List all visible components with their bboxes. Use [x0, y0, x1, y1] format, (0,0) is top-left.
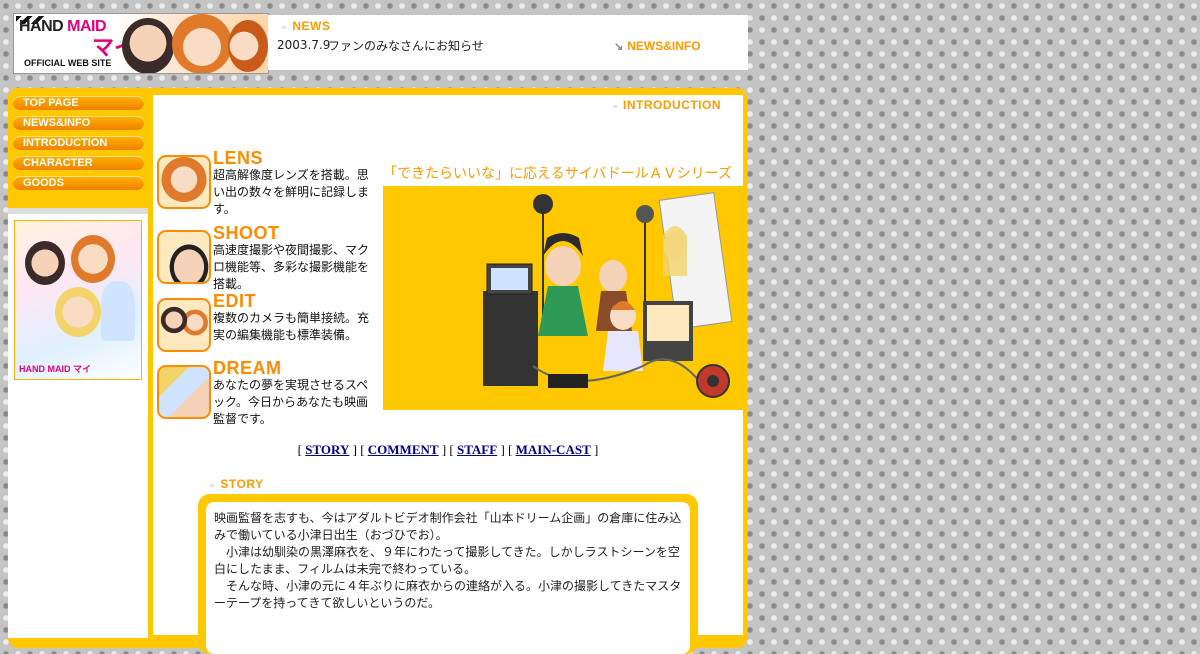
sidebar: HAND MAID マイ	[8, 208, 148, 638]
story-panel: 映画監督を志すも、今はアダルトビデオ制作会社「山本ドリーム企画」の倉庫に住み込み…	[198, 494, 698, 654]
news-heading: NEWS	[282, 19, 330, 33]
dream-thumbnail-image	[157, 365, 211, 419]
story-paragraph: 小津は幼馴染の黒澤麻衣を、９年にわたって撮影してきた。しかしラストシーンを空白に…	[214, 545, 680, 576]
feature-name: DREAM	[213, 358, 282, 378]
shoot-thumbnail-image	[157, 230, 211, 284]
news-message[interactable]: ファンのみなさんにお知らせ	[328, 37, 484, 54]
logo-subtitle: OFFICIAL WEB SITE	[24, 58, 112, 68]
news-date: 2003.7.9	[277, 38, 331, 52]
story-paragraph: 映画監督を志すも、今はアダルトビデオ制作会社「山本ドリーム企画」の倉庫に住み込み…	[214, 511, 682, 542]
cover-logo: HAND MAID マイ	[19, 364, 91, 374]
sub-navigation: [ STORY ] [ COMMENT ] [ STAFF ] [ MAIN-C…	[297, 442, 599, 457]
main-content: INTRODUCTION LENS 超高解像度レンズを搭載。思い出の数々を鮮明に…	[153, 95, 743, 654]
feature-name: EDIT	[213, 291, 257, 311]
character-face-image	[122, 18, 174, 73]
feature-name: SHOOT	[213, 223, 280, 243]
story-link[interactable]: STORY	[305, 442, 349, 457]
character-face-image	[228, 20, 268, 72]
feature-description: 複数のカメラも簡単接続。充実の編集機能も標準装備。	[213, 311, 370, 342]
feature-description: あなたの夢を実現させるスペック。今日からあなたも映画監督です。	[213, 378, 369, 426]
story-paragraph: そんな時、小津の元に４年ぶりに麻衣からの連絡が入る。小津の撮影してきたマスターテ…	[214, 579, 682, 610]
lens-thumbnail-image	[157, 155, 211, 209]
cover-art-image[interactable]: HAND MAID マイ	[14, 220, 142, 380]
menu-item-character[interactable]: CHARACTER	[13, 156, 144, 170]
feature-name: LENS	[213, 148, 264, 168]
series-tagline: 「できたらいいな」に応えるサイバドールＡＶシリーズ	[383, 166, 733, 182]
character-face-image	[172, 14, 232, 73]
menu-item-top-page[interactable]: TOP PAGE	[13, 96, 144, 110]
feature-description: 高速度撮影や夜間撮影、マクロ機能等、多彩な撮影機能を搭載。	[213, 243, 370, 291]
main-menu: TOP PAGE NEWS&INFO INTRODUCTION CHARACTE…	[13, 96, 144, 196]
menu-item-news-info[interactable]: NEWS&INFO	[13, 116, 144, 130]
hero-illustration-image	[383, 186, 743, 410]
menu-item-introduction[interactable]: INTRODUCTION	[13, 136, 144, 150]
introduction-heading: INTRODUCTION	[613, 98, 721, 112]
film-set-illustration	[483, 192, 733, 398]
staff-link[interactable]: STAFF	[457, 442, 497, 457]
menu-item-goods[interactable]: GOODS	[13, 176, 144, 190]
news-info-link[interactable]: NEWS&INFO	[614, 39, 700, 53]
feature-description: 超高解像度レンズを搭載。思い出の数々を鮮明に記録します。	[213, 168, 370, 216]
site-logo[interactable]: HAND MAID マイ OFFICIAL WEB SITE	[13, 13, 269, 74]
edit-thumbnail-image	[157, 298, 211, 352]
main-cast-link[interactable]: MAIN-CAST	[516, 442, 591, 457]
story-heading: STORY	[210, 477, 264, 491]
comment-link[interactable]: COMMENT	[368, 442, 439, 457]
news-panel: NEWS 2003.7.9 ファンのみなさんにお知らせ NEWS&INFO	[268, 15, 748, 70]
story-text: 映画監督を志すも、今はアダルトビデオ制作会社「山本ドリーム企画」の倉庫に住み込み…	[206, 502, 690, 654]
